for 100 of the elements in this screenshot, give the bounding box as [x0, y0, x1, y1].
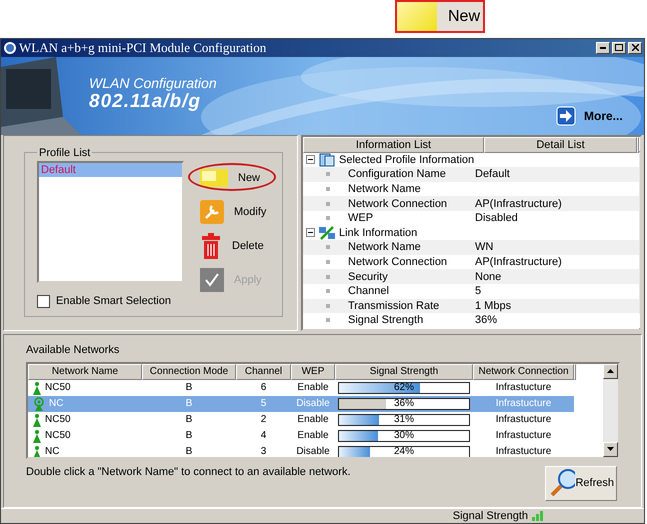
column-header[interactable]: Connection Mode: [142, 364, 236, 380]
network-name: NC50: [45, 430, 71, 442]
arrow-right-icon: [556, 106, 576, 126]
status-label: Signal Strength: [452, 510, 528, 522]
table-cell-text: 4: [260, 430, 268, 442]
callout-label: New: [448, 8, 480, 26]
column-header[interactable]: WEP: [291, 364, 335, 380]
column-header[interactable]: Channel: [236, 364, 291, 380]
info-value: Default: [475, 168, 510, 180]
info-label: Channel: [347, 285, 390, 298]
minimize-icon: [600, 46, 606, 49]
close-icon: [632, 44, 638, 52]
minimize-button[interactable]: [596, 42, 610, 54]
table-cell-text: Disable: [295, 398, 331, 410]
column-header[interactable]: Detail List: [484, 136, 637, 153]
group-label: Profile List: [38, 146, 92, 159]
column-header[interactable]: Signal Strength: [335, 364, 473, 380]
bullet-icon: [326, 245, 330, 250]
network-row[interactable]: NC50 B 2 Enable 31% Infrastucture: [28, 412, 574, 428]
trash-icon: [200, 232, 222, 259]
bullet-icon: [326, 304, 330, 308]
close-button[interactable]: [628, 42, 642, 54]
info-label: Network Connection: [347, 198, 448, 210]
banner-title: WLAN Configuration: [89, 74, 217, 91]
collapse-icon[interactable]: [306, 228, 315, 238]
info-value: 5: [475, 285, 482, 298]
profile-icon: [319, 152, 335, 167]
table-cell-text: Infrastucture: [494, 446, 552, 457]
info-label: Network Name: [347, 183, 422, 196]
down-arrow-icon[interactable]: [607, 447, 614, 452]
info-value: AP(Infrastructure): [475, 198, 562, 210]
bullet-icon: [326, 274, 330, 279]
network-name: NC: [49, 398, 64, 410]
table-cell-text: B: [184, 430, 194, 442]
checkbox[interactable]: [37, 294, 50, 308]
maximize-button[interactable]: [612, 42, 626, 54]
banner-subtitle: 802.11a/b/g: [89, 90, 202, 113]
magnifier-icon: [548, 468, 576, 498]
info-label: WEP: [347, 212, 374, 224]
up-arrow-icon[interactable]: [607, 369, 614, 374]
maximize-icon: [615, 44, 623, 52]
network-row[interactable]: NC B 5 Disable 36% Infrastucture: [28, 396, 574, 412]
network-link-icon: [319, 226, 335, 240]
more-button[interactable]: More...: [556, 106, 623, 126]
table-cell-text: Infrastucture: [494, 398, 552, 410]
column-header[interactable]: Information List: [303, 136, 484, 153]
bullet-icon: [326, 202, 330, 206]
table-cell-text: B: [184, 414, 194, 426]
antenna-icon: [32, 412, 42, 427]
app-icon: [3, 40, 17, 55]
signal-reading: 31%: [392, 414, 415, 425]
scrollbar[interactable]: [603, 364, 618, 457]
bullet-icon: [326, 289, 330, 294]
info-value: WN: [475, 241, 494, 254]
network-row[interactable]: NC50 B 4 Enable 30% Infrastucture: [28, 428, 574, 444]
refresh-button[interactable]: Refresh: [545, 466, 617, 501]
table-cell-text: Enable: [296, 382, 330, 394]
info-value: None: [475, 270, 502, 283]
wrench-icon: [200, 200, 224, 224]
bullet-icon: [326, 216, 330, 220]
table-cell-text: B: [184, 398, 194, 410]
table-cell-text: Enable: [296, 414, 330, 426]
checkbox-label: Enable Smart Selection: [56, 295, 171, 308]
signal-bars-icon: [532, 511, 544, 522]
network-row[interactable]: NC B 3 Disable 24% Infrastucture: [28, 444, 574, 457]
column-header[interactable]: Network Connection: [473, 364, 574, 380]
table-cell-text: 2: [260, 414, 268, 426]
table-cell-text: Infrastucture: [494, 430, 552, 442]
window-title: WLAN a+b+g mini-PCI Module Configuration: [19, 40, 268, 56]
signal-reading: 62%: [392, 382, 415, 393]
info-label: Security: [347, 270, 389, 283]
antenna-icon: [32, 380, 42, 395]
section-label: Available Networks: [26, 344, 120, 356]
collapse-icon[interactable]: [306, 155, 315, 164]
antenna-signal-icon: [32, 396, 46, 411]
bullet-icon: [326, 187, 330, 192]
table-cell-text: Enable: [296, 430, 330, 442]
bullet-icon: [326, 172, 330, 176]
hint-text: Double click a "Network Name" to connect to an available network.: [26, 466, 351, 478]
network-row[interactable]: NC50 B 6 Enable 62% Infrastucture: [28, 380, 574, 396]
antenna-icon: [32, 444, 42, 457]
info-value: Disabled: [475, 212, 518, 224]
section-title: Link Information: [339, 226, 418, 239]
network-name: NC50: [45, 414, 71, 426]
new-button[interactable]: New: [188, 164, 274, 191]
info-label: Signal Strength: [347, 314, 424, 326]
info-label: Transmission Rate: [347, 300, 440, 312]
table-cell-text: Disable: [295, 446, 331, 457]
info-label: Network Name: [347, 241, 422, 254]
delete-button[interactable]: Delete: [188, 232, 274, 259]
network-name: NC: [45, 446, 60, 457]
network-name: NC50: [45, 382, 71, 394]
column-header[interactable]: Network Name: [28, 364, 142, 380]
info-label: Configuration Name: [347, 168, 447, 180]
modify-button[interactable]: Modify: [188, 198, 274, 225]
signal-reading: 30%: [392, 430, 415, 441]
antenna-icon: [32, 428, 42, 443]
info-value: 1 Mbps: [475, 300, 512, 312]
table-cell-text: 6: [260, 382, 268, 394]
checkmark-icon: [200, 268, 224, 292]
